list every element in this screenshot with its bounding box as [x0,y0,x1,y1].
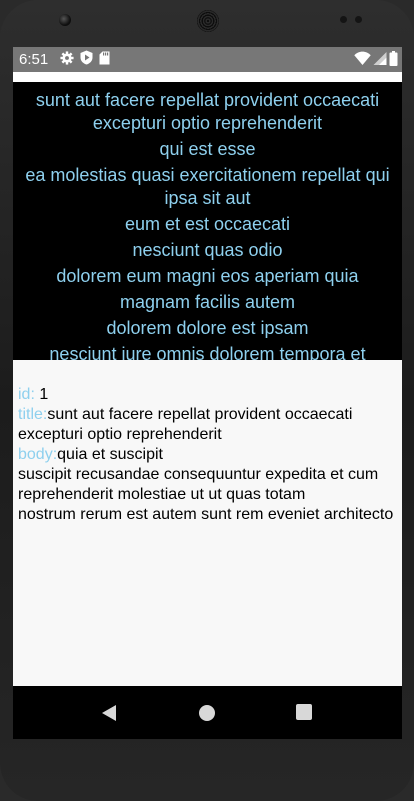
shield-play-icon [80,50,93,69]
post-list-item[interactable]: sunt aut facere repellat provident occae… [13,89,402,135]
battery-icon [389,51,398,70]
wifi-icon [354,51,371,70]
proximity-sensor [340,16,347,23]
status-bar: 6:51 [13,47,402,72]
body-line-1: quia et suscipit [57,446,163,463]
front-camera [59,14,71,26]
post-list-item[interactable]: magnam facilis autem [13,291,402,314]
post-list-item[interactable]: eum et est occaecati [13,213,402,236]
title-label: title: [18,406,48,423]
detail-title-row: title:sunt aut facere repellat provident… [18,405,397,445]
phone-device: 6:51 sunt aut facere repellat provident … [0,0,414,801]
back-icon[interactable] [101,704,117,726]
app-header-strip [13,72,402,82]
recents-icon[interactable] [296,704,312,720]
sd-card-icon [99,50,110,69]
detail-id-row: id: 1 [18,385,397,405]
post-list-item[interactable]: ea molestias quasi exercitationem repell… [13,164,402,210]
gear-icon [60,50,74,69]
post-list-item[interactable]: dolorem dolore est ipsam [13,317,402,340]
status-time: 6:51 [19,51,49,68]
title-value: sunt aut facere repellat provident occae… [18,406,353,443]
signal-icon [373,51,387,70]
light-sensor [355,16,362,23]
id-value: 1 [34,386,49,403]
detail-body-row: body:quia et suscipit [18,445,397,465]
post-list-item[interactable]: nesciunt quas odio [13,239,402,262]
post-detail-panel: id: 1 title:sunt aut facere repellat pro… [13,360,402,686]
home-icon[interactable] [199,705,215,721]
body-line-4: nostrum rerum est autem sunt rem eveniet… [18,506,394,523]
body-line-3: reprehenderit molestiae ut ut quas totam [18,486,306,503]
id-label: id: [18,386,35,403]
body-label: body: [18,446,58,463]
post-list-item[interactable]: nesciunt iure omnis dolorem tempora et a… [13,343,402,360]
post-list-item[interactable]: qui est esse [13,138,402,161]
body-line-2: suscipit recusandae consequuntur expedit… [18,466,379,483]
screen: 6:51 sunt aut facere repellat provident … [13,47,402,739]
post-list-item[interactable]: dolorem eum magni eos aperiam quia [13,265,402,288]
posts-list[interactable]: sunt aut facere repellat provident occae… [13,82,402,360]
earpiece-speaker [197,10,219,32]
navigation-bar [13,686,402,739]
